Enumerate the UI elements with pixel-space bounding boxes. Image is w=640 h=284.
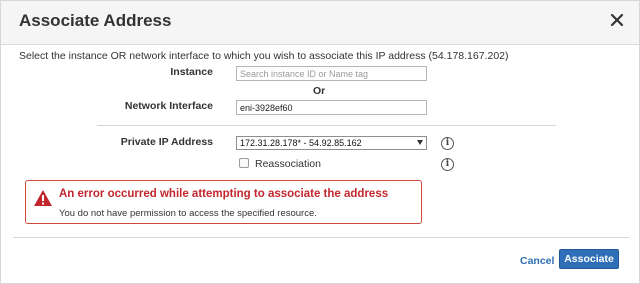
divider <box>97 125 556 126</box>
private-ip-label: Private IP Address <box>120 136 213 148</box>
error-title: An error occurred while attempting to as… <box>59 188 389 200</box>
or-separator: Or <box>313 85 326 97</box>
info-icon[interactable]: i <box>441 158 454 171</box>
info-icon[interactable]: i <box>441 137 454 150</box>
error-message: You do not have permission to access the… <box>59 208 317 219</box>
network-interface-label: Network Interface <box>124 100 213 112</box>
instructions-text: Select the instance OR network interface… <box>19 50 509 62</box>
warning-icon <box>34 190 52 206</box>
close-icon[interactable] <box>609 11 625 29</box>
reassociation-label: Reassociation <box>255 158 321 170</box>
footer-divider <box>13 237 629 238</box>
instance-search-input[interactable] <box>236 66 427 81</box>
associate-address-dialog: Associate Address Select the instance OR… <box>0 0 640 284</box>
private-ip-selected-value: 172.31.28.178* - 54.92.85.162 <box>240 138 362 148</box>
instance-label: Instance <box>170 66 213 78</box>
reassociation-checkbox[interactable] <box>239 158 249 168</box>
cancel-button[interactable]: Cancel <box>520 255 554 267</box>
dialog-header: Associate Address <box>1 1 639 45</box>
error-alert: An error occurred while attempting to as… <box>25 180 422 224</box>
dialog-title: Associate Address <box>19 11 172 30</box>
chevron-down-icon <box>417 140 423 145</box>
associate-button[interactable]: Associate <box>559 249 619 269</box>
network-interface-input[interactable] <box>236 100 427 115</box>
private-ip-select[interactable]: 172.31.28.178* - 54.92.85.162 <box>236 136 427 150</box>
